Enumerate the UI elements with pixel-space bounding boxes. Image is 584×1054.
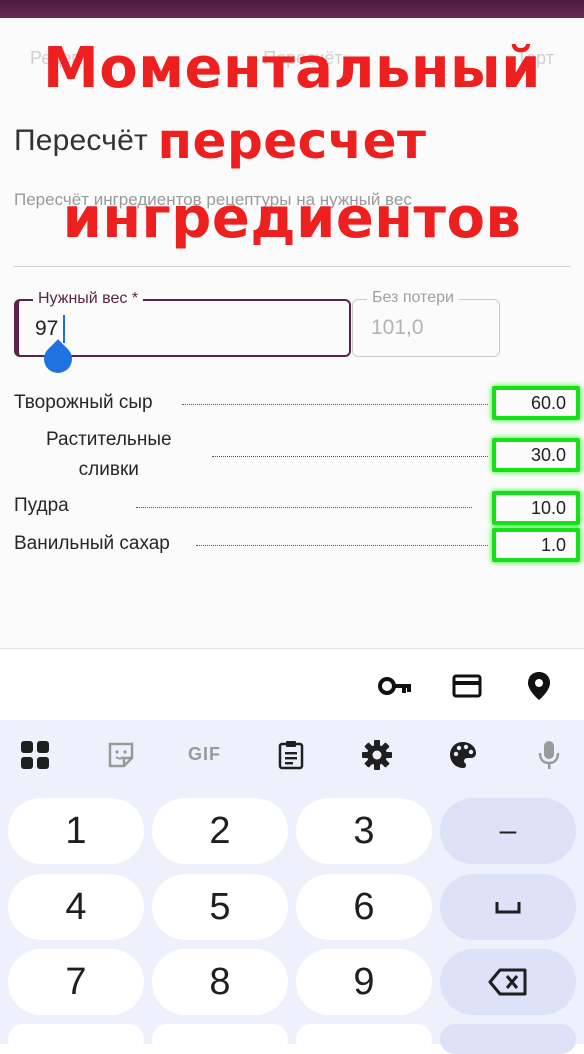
ingredient-amount-highlight: 10.0 xyxy=(492,491,580,525)
required-weight-label: Нужный вес * xyxy=(33,290,144,308)
ingredient-name: Пудра xyxy=(14,495,69,516)
ingredient-amount-highlight: 30.0 xyxy=(492,438,580,472)
key-3[interactable]: 3 xyxy=(296,798,432,864)
key-row4-partial[interactable] xyxy=(152,1024,288,1054)
key-minus[interactable]: – xyxy=(440,798,576,864)
ingredient-amount: 30.0 xyxy=(530,445,566,465)
promo-caption-line-2: пересчет xyxy=(157,112,427,170)
promo-caption-line-1: Моментальный xyxy=(43,36,541,101)
microphone-icon[interactable] xyxy=(532,738,566,772)
leader-dots xyxy=(196,545,488,546)
settings-gear-icon[interactable] xyxy=(360,738,394,772)
key-5[interactable]: 5 xyxy=(152,874,288,940)
apps-grid-icon[interactable] xyxy=(18,738,52,772)
key-8[interactable]: 8 xyxy=(152,949,288,1015)
leader-dots xyxy=(136,507,472,508)
without-loss-value: 101,0 xyxy=(371,316,424,339)
key-1[interactable]: 1 xyxy=(8,798,144,864)
sticker-icon[interactable] xyxy=(104,738,138,772)
ingredient-amount-highlight: 60.0 xyxy=(492,386,580,420)
leader-dots xyxy=(212,456,488,457)
key-icon[interactable] xyxy=(378,669,412,703)
ingredient-name: Ванильный сахар xyxy=(14,533,170,554)
leader-dots xyxy=(182,404,488,405)
gif-button[interactable]: GIF xyxy=(188,744,221,765)
ingredient-name: Растительные сливки xyxy=(46,429,172,480)
ingredient-amount: 60.0 xyxy=(530,393,566,413)
key-row4-partial[interactable] xyxy=(440,1024,576,1054)
promo-caption-line-3: ингредиентов xyxy=(62,186,522,251)
numeric-keyboard: GIF 1 2 3 – 4 5 6 7 8 9 xyxy=(0,720,584,1054)
palette-icon[interactable] xyxy=(446,738,480,772)
key-row4-partial[interactable] xyxy=(296,1024,432,1054)
key-9[interactable]: 9 xyxy=(296,949,432,1015)
required-weight-value[interactable]: 97 xyxy=(35,317,58,341)
without-loss-field[interactable]: Без потери 101,0 xyxy=(352,289,500,357)
ingredient-amount-highlight: 1.0 xyxy=(492,528,580,562)
key-4[interactable]: 4 xyxy=(8,874,144,940)
space-icon xyxy=(495,902,521,914)
key-row4-partial[interactable] xyxy=(8,1024,144,1054)
key-space[interactable] xyxy=(440,874,576,940)
key-2[interactable]: 2 xyxy=(152,798,288,864)
credit-card-icon[interactable] xyxy=(450,669,484,703)
autofill-strip xyxy=(0,648,584,721)
without-loss-label: Без потери xyxy=(367,289,459,307)
keyboard-toolbar: GIF xyxy=(0,720,584,788)
ingredient-name: Творожный сыр xyxy=(14,392,153,413)
key-backspace[interactable] xyxy=(440,949,576,1015)
ingredient-amount: 1.0 xyxy=(540,535,566,555)
clipboard-icon[interactable] xyxy=(274,738,308,772)
key-6[interactable]: 6 xyxy=(296,874,432,940)
key-7[interactable]: 7 xyxy=(8,949,144,1015)
backspace-icon xyxy=(488,968,527,996)
location-pin-icon[interactable] xyxy=(522,669,556,703)
status-bar xyxy=(0,0,584,18)
divider xyxy=(14,266,570,267)
text-caret xyxy=(63,315,65,343)
ingredient-amount: 10.0 xyxy=(530,498,566,518)
